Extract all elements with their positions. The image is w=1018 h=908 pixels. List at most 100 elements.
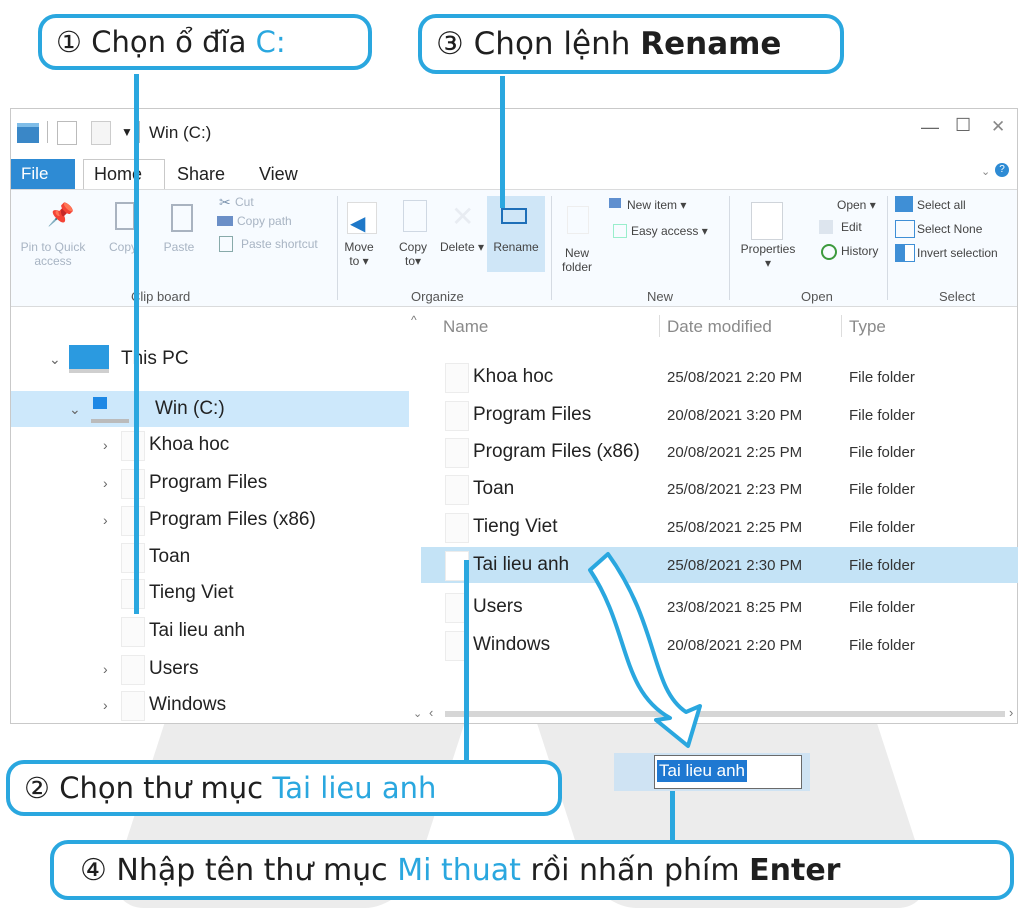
- properties-qa-icon[interactable]: [57, 121, 77, 145]
- file-explorer-window: ▼ Win (C:) — ☐ ✕ File Home Share View ⌄ …: [10, 108, 1018, 724]
- chevron-down-icon[interactable]: ⌄: [49, 351, 61, 368]
- file-type: File folder: [849, 556, 915, 574]
- tab-share[interactable]: Share: [167, 159, 241, 189]
- chevron-right-icon[interactable]: ›: [103, 661, 108, 677]
- callout-text: rồi nhấn phím: [520, 852, 750, 888]
- nav-item-folder[interactable]: › Khoa hoc: [11, 427, 409, 463]
- folder-icon: [445, 438, 469, 468]
- chevron-right-icon[interactable]: ›: [103, 475, 108, 491]
- delete-button[interactable]: Delete ▾: [437, 240, 487, 254]
- callout-highlight: Mi thuat: [397, 852, 521, 888]
- nav-item-folder[interactable]: › Program Files (x86): [11, 502, 409, 538]
- scroll-right-icon[interactable]: ›: [1009, 705, 1013, 720]
- file-date: 20/08/2021 3:20 PM: [667, 406, 803, 424]
- new-folder-button[interactable]: New folder: [557, 246, 597, 274]
- nav-item-folder[interactable]: › Windows: [11, 687, 409, 723]
- copy-path-button[interactable]: Copy path: [237, 214, 292, 228]
- file-name: Program Files (x86): [473, 441, 640, 462]
- file-row[interactable]: Khoa hoc 25/08/2021 2:20 PM File folder: [421, 359, 1018, 395]
- file-row[interactable]: Program Files 20/08/2021 3:20 PM File fold…: [421, 397, 1018, 433]
- nav-scroll-up-icon[interactable]: ^: [411, 313, 417, 327]
- qa-dropdown-icon[interactable]: ▼: [121, 125, 133, 139]
- column-divider: [841, 315, 842, 337]
- nav-label: Toan: [149, 546, 191, 567]
- select-all-button[interactable]: Select all: [917, 198, 966, 212]
- scroll-left-icon[interactable]: ‹: [429, 705, 433, 720]
- invert-selection-button[interactable]: Invert selection: [917, 246, 998, 260]
- column-header-date[interactable]: Date modified: [667, 317, 772, 337]
- callout-highlight: Tai lieu anh: [272, 771, 437, 805]
- new-folder-icon: [567, 206, 589, 234]
- chevron-right-icon[interactable]: ›: [103, 512, 108, 528]
- move-to-button[interactable]: Move to ▾: [339, 240, 379, 268]
- minimize-button[interactable]: —: [921, 117, 939, 138]
- nav-item-folder[interactable]: › Users: [11, 651, 409, 687]
- paste-shortcut-button[interactable]: Paste shortcut: [241, 237, 318, 251]
- nav-item-folder[interactable]: Toan: [11, 539, 409, 575]
- nav-item-this-pc[interactable]: ⌄ This PC: [11, 341, 409, 377]
- folder-icon: [445, 513, 469, 543]
- computer-icon: [69, 345, 109, 373]
- chevron-right-icon[interactable]: ›: [103, 697, 108, 713]
- column-header-type[interactable]: Type: [849, 317, 886, 337]
- nav-item-folder[interactable]: › Program Files: [11, 465, 409, 501]
- edit-button[interactable]: Edit: [841, 220, 862, 234]
- cut-button[interactable]: Cut: [235, 195, 254, 209]
- window-title: Win (C:): [149, 123, 212, 142]
- nav-label: Program Files: [149, 472, 268, 493]
- pin-to-quick-access-button[interactable]: Pin to Quick access: [13, 240, 93, 268]
- file-type: File folder: [849, 480, 915, 498]
- file-name: Khoa hoc: [473, 366, 554, 387]
- file-type: File folder: [849, 636, 915, 654]
- callout-text: ④ Nhập tên thư mục: [80, 852, 398, 888]
- rename-button[interactable]: Rename: [487, 240, 545, 254]
- file-type: File folder: [849, 443, 915, 461]
- chevron-right-icon[interactable]: ›: [103, 437, 108, 453]
- chevron-down-icon[interactable]: ⌄: [69, 401, 81, 418]
- group-new: New: [647, 289, 674, 304]
- tab-view[interactable]: View: [249, 159, 319, 189]
- file-name: Tai lieu anh: [473, 554, 570, 575]
- callout-text: ③ Chọn lệnh: [436, 26, 641, 62]
- group-clipboard: Clip board: [131, 289, 191, 304]
- rename-input[interactable]: Tai lieu anh: [654, 755, 802, 789]
- help-icon[interactable]: ?: [995, 163, 1009, 177]
- group-organize: Organize: [411, 289, 464, 304]
- file-date: 25/08/2021 2:25 PM: [667, 518, 803, 536]
- ribbon-separator: [337, 196, 338, 300]
- folder-icon: [121, 506, 145, 536]
- nav-item-folder[interactable]: Tieng Viet: [11, 575, 409, 611]
- folder-icon: [121, 431, 145, 461]
- paste-button[interactable]: Paste: [157, 240, 201, 254]
- easy-access-button[interactable]: Easy access ▾: [631, 224, 708, 238]
- folder-icon: [121, 579, 145, 609]
- paste-icon: [171, 204, 193, 232]
- nav-item-folder[interactable]: Tai lieu anh: [11, 613, 409, 649]
- file-date: 20/08/2021 2:25 PM: [667, 443, 803, 461]
- copy-icon: [115, 202, 135, 230]
- maximize-button[interactable]: ☐: [955, 115, 971, 136]
- nav-item-drive-c[interactable]: ⌄ Win (C:): [11, 391, 409, 427]
- ribbon-collapse-icon[interactable]: ⌄: [981, 165, 990, 178]
- copy-to-button[interactable]: Copy to▾: [393, 240, 433, 268]
- select-none-button[interactable]: Select None: [917, 222, 982, 236]
- file-row[interactable]: Toan 25/08/2021 2:23 PM File folder: [421, 471, 1018, 507]
- connector-line: [500, 76, 505, 208]
- tab-file[interactable]: File: [11, 159, 75, 189]
- properties-button[interactable]: Properties ▾: [737, 242, 799, 270]
- column-header-name[interactable]: Name: [443, 317, 488, 337]
- file-type: File folder: [849, 406, 915, 424]
- file-row[interactable]: Program Files (x86) 20/08/2021 2:25 PM Fil…: [421, 434, 1018, 470]
- select-none-icon: [895, 220, 915, 238]
- copy-to-icon: [403, 200, 427, 232]
- tab-home[interactable]: Home: [83, 159, 165, 189]
- folder-icon: [121, 469, 145, 499]
- paste-shortcut-icon: [219, 236, 233, 252]
- history-button[interactable]: History: [841, 244, 878, 258]
- new-folder-qa-icon[interactable]: [91, 121, 111, 145]
- close-button[interactable]: ✕: [991, 117, 1005, 137]
- group-open: Open: [801, 289, 833, 304]
- nav-label: Users: [149, 658, 199, 679]
- open-button[interactable]: Open ▾: [837, 198, 876, 212]
- new-item-button[interactable]: New item ▾: [627, 198, 686, 212]
